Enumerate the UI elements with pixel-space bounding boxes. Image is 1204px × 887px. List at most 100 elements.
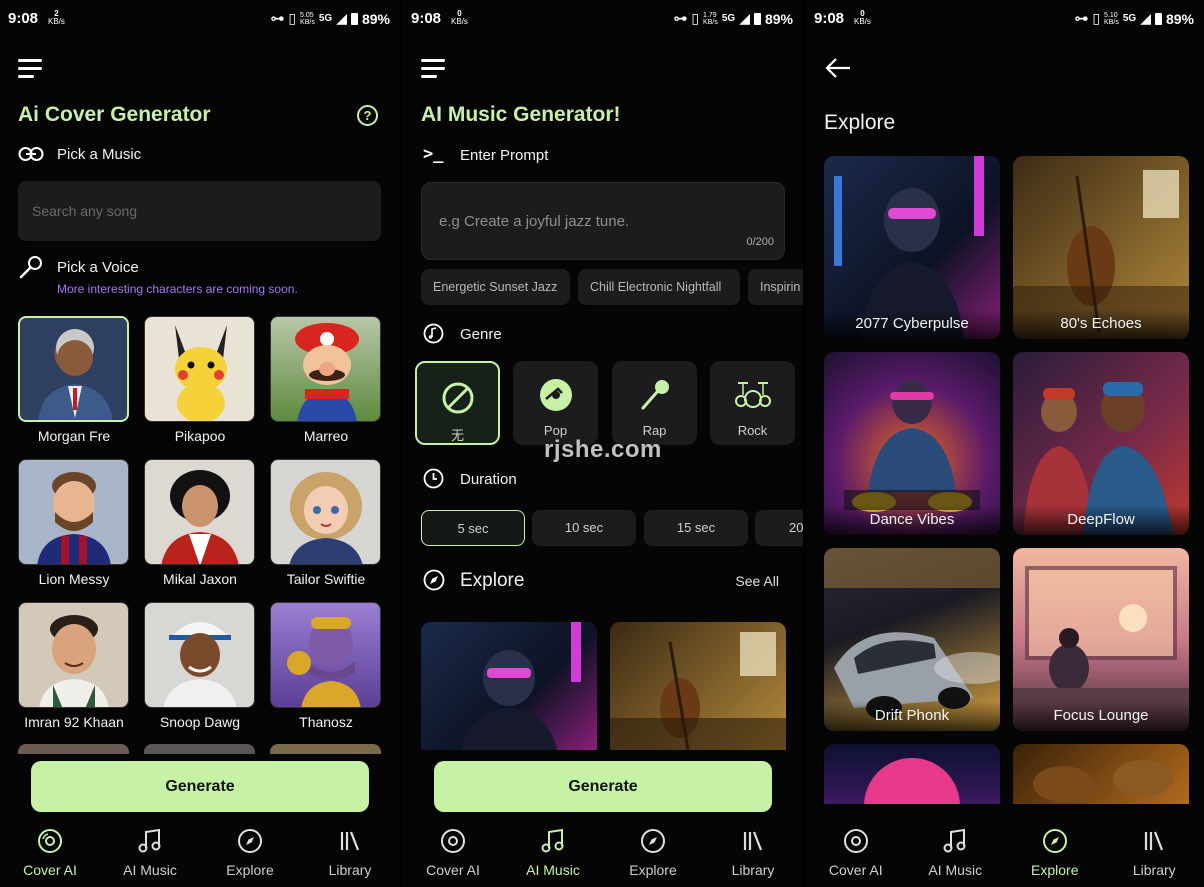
library-icon: [743, 831, 763, 851]
prompt-label: Enter Prompt: [460, 147, 549, 164]
prompt-placeholder: e.g Create a joyful jazz tune.: [439, 213, 630, 230]
genre-pop[interactable]: Pop: [513, 361, 598, 445]
compass-icon: [641, 829, 665, 853]
nav-explore[interactable]: Explore: [200, 822, 300, 887]
library-icon: [340, 831, 360, 851]
nav-library[interactable]: Library: [703, 822, 803, 887]
explore-card-cyberpulse[interactable]: [421, 622, 597, 750]
battery-level: 89%: [361, 10, 390, 27]
battery-icon: [753, 12, 761, 25]
battery-icon: [350, 12, 358, 25]
voice-card[interactable]: Mikal Jaxon: [144, 459, 256, 587]
nav-label: Library: [328, 862, 372, 878]
genre-none[interactable]: 无: [415, 361, 500, 445]
link-icon: [18, 147, 44, 161]
genre-label: Rock: [737, 423, 768, 438]
status-right: ⊶ ▯ 5.05 KB/s 5G ◢ 89%: [270, 10, 390, 27]
status-right: ⊶ ▯ 1.79 KB/s 5G ◢ 89%: [673, 10, 793, 27]
question-circle-icon[interactable]: ?: [357, 105, 378, 126]
battery-icon: [1154, 12, 1162, 25]
generate-button[interactable]: Generate: [31, 761, 369, 812]
voice-card[interactable]: Lion Messy: [18, 459, 130, 587]
compass-icon: [1042, 829, 1067, 853]
nav-ai-music[interactable]: AI Music: [906, 822, 1006, 887]
duration-label: Duration: [460, 471, 517, 488]
voice-avatar: [270, 459, 381, 565]
voice-card[interactable]: Marreo: [270, 316, 382, 444]
prompt-chip[interactable]: Chill Electronic Nightfall: [578, 269, 740, 305]
no-symbol-icon: [442, 382, 473, 414]
explore-card[interactable]: DeepFlow: [1013, 352, 1189, 535]
voice-card[interactable]: Thanosz: [270, 602, 382, 730]
library-icon: [1145, 831, 1164, 851]
explore-card[interactable]: 2077 Cyberpulse: [824, 156, 1000, 339]
nav-library[interactable]: Library: [1105, 822, 1204, 887]
nav-ai-music[interactable]: AI Music: [100, 822, 200, 887]
network-type: 5G: [721, 13, 736, 24]
card-title: Drift Phonk: [824, 701, 1000, 731]
explore-card[interactable]: Drift Phonk: [824, 548, 1000, 731]
voice-card[interactable]: Pikapoo: [144, 316, 256, 444]
search-input[interactable]: Search any song: [18, 181, 381, 241]
vibrate-icon: ▯: [1092, 10, 1101, 26]
microphone-icon: [641, 380, 669, 410]
music-note-icon: [138, 828, 161, 853]
nav-label: Cover AI: [23, 862, 77, 878]
prompt-input[interactable]: e.g Create a joyful jazz tune. 0/200: [421, 182, 785, 260]
voice-card[interactable]: Tailor Swiftie: [270, 459, 382, 587]
voice-card[interactable]: Morgan Fre: [18, 316, 130, 444]
vinyl-icon: [539, 379, 572, 411]
speed-readout: 1.79 KB/s: [703, 11, 718, 26]
voice-name: Snoop Dawg: [159, 714, 241, 730]
vibrate-icon: ▯: [691, 10, 700, 26]
duration-option[interactable]: 10 sec: [532, 510, 636, 546]
voice-card[interactable]: Imran 92 Khaan: [18, 602, 130, 730]
explore-card[interactable]: 80's Echoes: [1013, 156, 1189, 339]
nav-label: Explore: [629, 862, 677, 878]
explore-heading: Explore: [460, 570, 525, 591]
genre-rock[interactable]: Rock: [710, 361, 795, 445]
microphone-icon: [19, 256, 42, 279]
nav-cover-ai[interactable]: Cover AI: [403, 822, 503, 887]
explore-card[interactable]: Focus Lounge: [1013, 548, 1189, 731]
duration-option[interactable]: 5 sec: [421, 510, 525, 546]
cover-ai-screen: 9:08 2 KB/s ⊶ ▯ 5.05 KB/s 5G ◢ 89% Ai Cove…: [0, 0, 400, 887]
nav-explore[interactable]: Explore: [1005, 822, 1105, 887]
signal-icon: ◢: [336, 10, 347, 26]
prompt-chip[interactable]: Energetic Sunset Jazz: [421, 269, 570, 305]
prompt-chip[interactable]: Inspirin: [748, 269, 803, 305]
voice-card-partial: [270, 744, 381, 754]
nav-label: Library: [1132, 862, 1176, 878]
menu-icon[interactable]: [18, 59, 42, 79]
voice-name: Thanosz: [299, 714, 353, 730]
voice-subtitle: More interesting characters are coming s…: [57, 282, 298, 296]
see-all-link[interactable]: See All: [735, 573, 779, 589]
voice-card[interactable]: Snoop Dawg: [144, 602, 256, 730]
char-counter: 0/200: [746, 236, 774, 248]
duration-option[interactable]: 20: [755, 510, 803, 546]
vpn-icon: ⊶: [270, 10, 285, 26]
nav-label: Library: [731, 862, 775, 878]
nav-cover-ai[interactable]: Cover AI: [0, 822, 100, 887]
menu-icon[interactable]: [421, 59, 445, 79]
nav-label: AI Music: [123, 862, 177, 878]
nav-library[interactable]: Library: [300, 822, 400, 887]
duration-option[interactable]: 15 sec: [644, 510, 748, 546]
vpn-icon: ⊶: [673, 10, 688, 26]
network-type: 5G: [318, 13, 333, 24]
nav-ai-music[interactable]: AI Music: [503, 822, 603, 887]
disc-icon: [441, 829, 465, 853]
explore-card[interactable]: Dance Vibes: [824, 352, 1000, 535]
back-arrow-icon[interactable]: [824, 57, 852, 79]
nav-cover-ai[interactable]: Cover AI: [806, 822, 906, 887]
explore-card[interactable]: [824, 744, 1000, 804]
voice-name: Tailor Swiftie: [286, 571, 366, 587]
voice-name: Imran 92 Khaan: [24, 714, 124, 730]
voice-name: Marreo: [303, 428, 349, 444]
explore-card-80s-echoes[interactable]: [610, 622, 786, 750]
genre-rap[interactable]: Rap: [612, 361, 697, 445]
nav-explore[interactable]: Explore: [603, 822, 703, 887]
page-title: Explore: [824, 111, 896, 134]
generate-button[interactable]: Generate: [434, 761, 772, 812]
explore-card[interactable]: [1013, 744, 1189, 804]
